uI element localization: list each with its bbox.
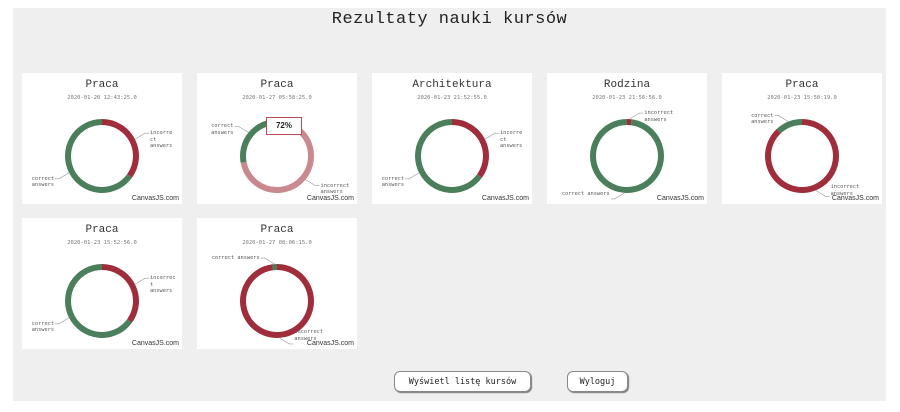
incorrect-answers-label-connector bbox=[134, 277, 149, 285]
incorrect-answers-label-connector bbox=[484, 132, 499, 140]
correct-slice[interactable] bbox=[65, 119, 132, 193]
correct-slice[interactable] bbox=[65, 264, 132, 338]
correct-slice[interactable] bbox=[590, 119, 664, 193]
correct-slice[interactable] bbox=[415, 119, 482, 193]
logout-button[interactable]: Wyloguj bbox=[567, 371, 628, 392]
correct-answers-label: correct answers bbox=[211, 123, 234, 136]
incorrect-answers-label-connector bbox=[815, 190, 830, 197]
canvasjs-credit-link[interactable]: CanvasJS.com bbox=[307, 340, 354, 347]
incorrect-answers-label: incorrec t answers bbox=[149, 275, 176, 295]
correct-answers-label-connector bbox=[55, 317, 70, 325]
correct-answers-label: correct answers bbox=[31, 175, 55, 189]
result-card: Rodzina 2020-01-23 21:56:56.0 incorrect an… bbox=[547, 73, 707, 204]
incorrect-answers-label: incorre ct answers bbox=[499, 130, 523, 150]
donut-chart[interactable] bbox=[547, 73, 707, 204]
canvasjs-credit-link[interactable]: CanvasJS.com bbox=[832, 195, 879, 202]
result-card: Praca 2020-01-27 08:06:15.0 incorrect answ… bbox=[197, 218, 357, 349]
incorrect-slice[interactable] bbox=[101, 119, 139, 178]
slice-tooltip: 72% bbox=[266, 117, 302, 135]
incorrect-answers-label-connector bbox=[279, 337, 294, 345]
incorrect-slice[interactable] bbox=[765, 119, 840, 193]
correct-answers-label: correct answers bbox=[31, 320, 55, 334]
result-card: Architektura 2020-01-23 21:52:55.0 incorre… bbox=[372, 73, 532, 204]
correct-answers-label: correct answers bbox=[381, 175, 405, 189]
result-card: Praca 2020-01-23 15:52:56.0 incorrec t ans… bbox=[22, 218, 182, 349]
incorrect-answers-label: incorrect answers bbox=[644, 110, 674, 123]
incorrect-answers-label: incorrect answers bbox=[320, 182, 350, 196]
canvasjs-credit-link[interactable]: CanvasJS.com bbox=[132, 195, 179, 202]
correct-answers-label: correct answers bbox=[751, 112, 774, 126]
correct-answers-label-connector bbox=[774, 115, 789, 122]
canvasjs-credit-link[interactable]: CanvasJS.com bbox=[657, 195, 704, 202]
correct-answers-label: correct answers bbox=[211, 255, 260, 262]
results-page: Rezultaty nauki kursów Praca 2020-01-20 1… bbox=[13, 8, 886, 401]
correct-answers-label-connector bbox=[234, 126, 249, 133]
correct-answers-label: correct answers bbox=[561, 190, 610, 197]
page-title: Rezultaty nauki kursów bbox=[331, 10, 568, 29]
correct-answers-label-connector bbox=[260, 257, 275, 265]
result-card: Praca 2020-01-20 12:43:25.0 incorre ct ans… bbox=[22, 73, 182, 204]
incorrect-answers-label-connector bbox=[629, 112, 644, 120]
canvasjs-credit-link[interactable]: CanvasJS.com bbox=[132, 340, 179, 347]
incorrect-answers-label: incorre ct answers bbox=[149, 130, 173, 150]
donut-chart[interactable] bbox=[197, 218, 357, 349]
canvasjs-credit-link[interactable]: CanvasJS.com bbox=[482, 195, 529, 202]
result-card: Praca 2020-01-23 15:50:19.0 incorrect answ… bbox=[722, 73, 882, 204]
incorrect-slice[interactable] bbox=[451, 119, 489, 178]
incorrect-slice[interactable] bbox=[240, 264, 314, 338]
incorrect-answers-label-connector bbox=[134, 132, 149, 140]
course-list-button[interactable]: Wyświetl listę kursów bbox=[394, 371, 531, 392]
result-card: Praca 2020-01-27 05:58:25.0 incorrect answ… bbox=[197, 73, 357, 204]
incorrect-slice[interactable] bbox=[101, 264, 139, 323]
correct-answers-label-connector bbox=[405, 172, 420, 180]
correct-slice[interactable] bbox=[776, 119, 803, 134]
correct-answers-label-connector bbox=[610, 192, 625, 200]
incorrect-answers-label-connector bbox=[305, 179, 320, 186]
correct-answers-label-connector bbox=[55, 172, 70, 180]
canvasjs-credit-link[interactable]: CanvasJS.com bbox=[307, 195, 354, 202]
